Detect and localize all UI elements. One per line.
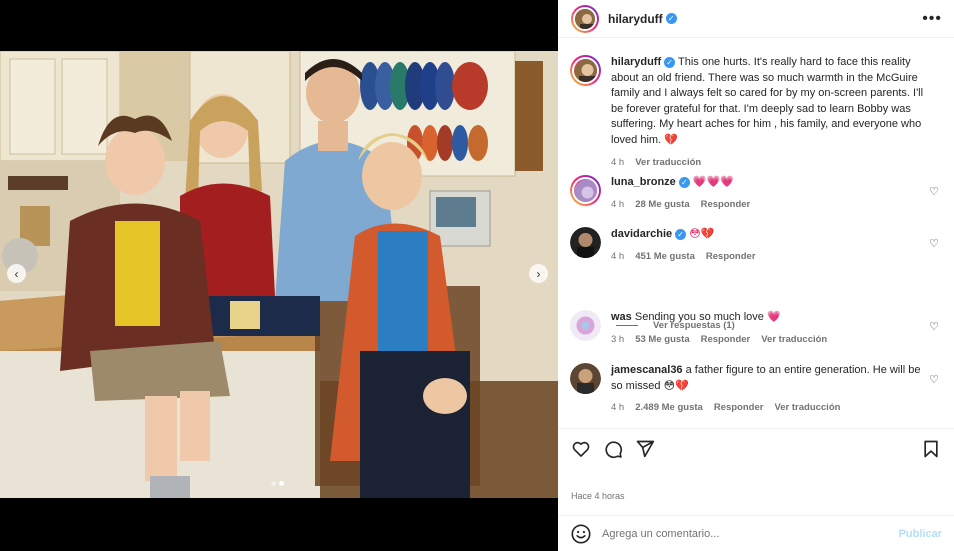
bookmark-icon (924, 440, 938, 457)
caption-translate-link[interactable]: Ver traducción (635, 155, 701, 171)
translate-link[interactable]: Ver traducción (774, 400, 840, 416)
author-avatar[interactable] (571, 4, 599, 33)
caption-username[interactable]: hilaryduff (611, 56, 661, 68)
comment-icon (605, 440, 623, 458)
caption-text: This one hurts. It's really hard to face… (611, 56, 924, 146)
add-comment-bar: Publicar (558, 515, 954, 551)
chevron-left-icon: ‹ (14, 266, 19, 281)
emoji-picker-button[interactable] (570, 523, 592, 545)
like-button[interactable] (570, 438, 592, 460)
comment-time[interactable]: 3 h (611, 332, 624, 348)
send-icon (636, 440, 655, 457)
heart-icon (572, 441, 590, 457)
heart-outline-icon: ♡ (929, 321, 939, 333)
carousel-indicator (271, 481, 284, 486)
comment-likes[interactable]: 2.489 Me gusta (635, 400, 703, 416)
instagram-post-modal: ‹ › hilaryduff ✓ ••• hilaryduff ✓ This o… (0, 0, 954, 551)
verified-badge-icon: ✓ (678, 176, 690, 188)
carousel-prev-button[interactable]: ‹ (7, 264, 26, 283)
comment-item: was Sending you so much love 💗 3 h 53 Me… (570, 310, 946, 347)
comment-likes[interactable]: 53 Me gusta (635, 332, 689, 348)
comment-button[interactable] (602, 438, 624, 460)
save-button[interactable] (920, 438, 942, 460)
reply-button[interactable]: Responder (714, 400, 764, 416)
comment-avatar[interactable] (570, 175, 601, 206)
comment-input[interactable] (602, 527, 899, 540)
carousel-dot-active (279, 481, 284, 486)
reply-button[interactable]: Responder (701, 332, 751, 348)
comment-time[interactable]: 4 h (611, 249, 624, 265)
verified-badge-icon: ✓ (664, 56, 676, 68)
comment-username[interactable]: luna_bronze (611, 176, 676, 188)
comment-username[interactable]: davidarchie (611, 228, 672, 240)
verified-badge-icon: ✓ (665, 13, 677, 24)
comment-time[interactable]: 4 h (611, 400, 624, 416)
translate-link[interactable]: Ver traducción (761, 332, 827, 348)
post-side-panel: hilaryduff ✓ ••• hilaryduff ✓ This one hu… (558, 0, 954, 551)
comment-likes[interactable]: 28 Me gusta (635, 197, 689, 213)
post-header: hilaryduff ✓ ••• (558, 0, 954, 38)
chevron-right-icon: › (536, 266, 541, 281)
comment-likes[interactable]: 451 Me gusta (635, 249, 695, 265)
comment-item: luna_bronze ✓ 💗💗💗 4 h 28 Me gusta Respond… (570, 175, 946, 212)
more-options-button[interactable]: ••• (922, 10, 942, 26)
comment-avatar[interactable] (570, 363, 601, 394)
like-comment-button[interactable]: ♡ (929, 185, 939, 198)
comment-text: 😳💔 (689, 228, 715, 240)
more-horizontal-icon: ••• (922, 9, 942, 27)
comment-text: Sending you so much love 💗 (634, 311, 781, 323)
publish-button[interactable]: Publicar (899, 528, 942, 540)
comment-item: jamescanal36 a father figure to an entir… (570, 363, 946, 416)
comment-avatar[interactable] (570, 227, 601, 258)
reply-button[interactable]: Responder (706, 249, 756, 265)
caption: hilaryduff ✓ This one hurts. It's really … (570, 55, 946, 171)
like-comment-button[interactable]: ♡ (929, 373, 939, 386)
post-time[interactable]: Hace 4 horas (571, 491, 625, 501)
like-comment-button[interactable]: ♡ (929, 320, 939, 333)
post-action-bar (558, 428, 954, 468)
carousel-dot (271, 481, 276, 486)
reply-button[interactable]: Responder (701, 197, 751, 213)
comment-time[interactable]: 4 h (611, 197, 624, 213)
heart-outline-icon: ♡ (929, 186, 939, 198)
carousel-next-button[interactable]: › (529, 264, 548, 283)
caption-time[interactable]: 4 h (611, 155, 624, 171)
heart-outline-icon: ♡ (929, 238, 939, 250)
media-pane: ‹ › (0, 0, 558, 551)
comment-username[interactable]: jamescanal36 (611, 364, 683, 376)
smiley-icon (571, 523, 591, 544)
comments-list: hilaryduff ✓ This one hurts. It's really … (558, 39, 954, 427)
comment-item: davidarchie ✓ 😳💔 4 h 451 Me gusta Respond… (570, 227, 946, 264)
like-comment-button[interactable]: ♡ (929, 237, 939, 250)
author-username[interactable]: hilaryduff (608, 12, 663, 26)
caption-avatar[interactable] (570, 55, 601, 86)
post-photo (0, 51, 558, 498)
heart-outline-icon: ♡ (929, 374, 939, 386)
comment-username[interactable]: was (611, 311, 632, 323)
verified-badge-icon: ✓ (675, 228, 687, 240)
comment-text: 💗💗💗 (692, 176, 734, 188)
comment-avatar[interactable] (570, 310, 601, 341)
share-button[interactable] (634, 438, 656, 460)
